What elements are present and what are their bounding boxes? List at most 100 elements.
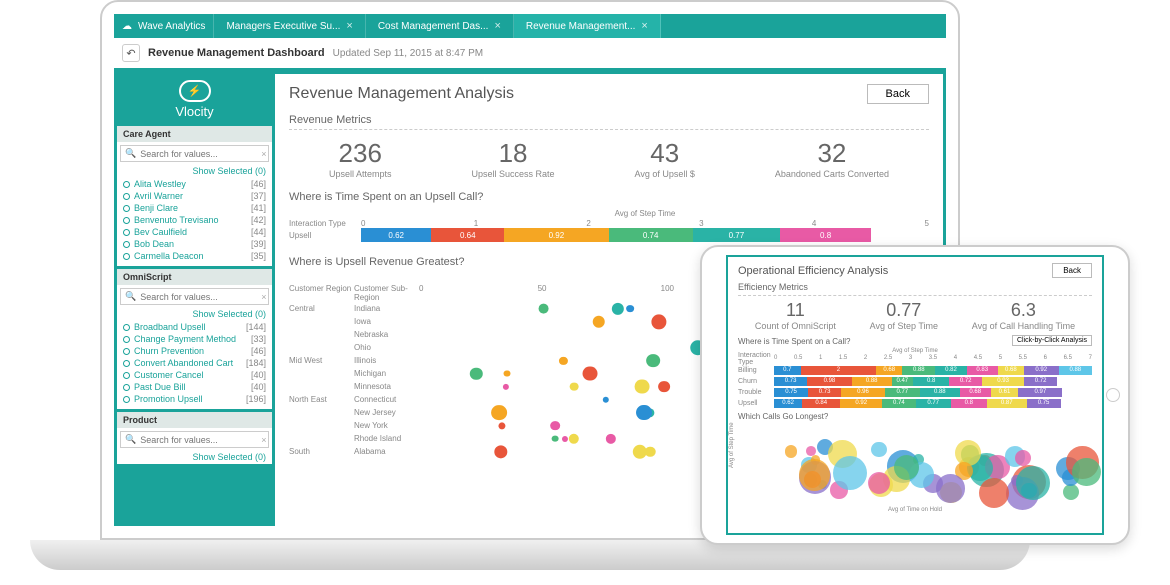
- chart1-title: Where is Time Spent on an Upsell Call?: [289, 191, 929, 203]
- data-point[interactable]: [606, 433, 616, 443]
- tab-label: Cost Management Das...: [378, 21, 489, 32]
- metric: 0.77Avg of Step Time: [870, 300, 938, 331]
- header-row: ↶ Revenue Management Dashboard Updated S…: [114, 38, 946, 71]
- clear-icon[interactable]: ×: [261, 435, 266, 445]
- show-selected-link[interactable]: Show Selected (0): [117, 451, 272, 464]
- data-point[interactable]: [582, 366, 597, 381]
- bubble-point[interactable]: [1072, 458, 1101, 487]
- data-point[interactable]: [550, 421, 560, 431]
- data-point[interactable]: [612, 302, 624, 314]
- filter-item[interactable]: Convert Abandoned Cart[184]: [123, 357, 266, 369]
- data-point[interactable]: [592, 315, 605, 328]
- bubble-point[interactable]: [936, 474, 964, 502]
- clear-icon[interactable]: ×: [261, 292, 266, 302]
- metric: 32Abandoned Carts Converted: [775, 138, 889, 179]
- data-point[interactable]: [503, 383, 509, 389]
- search-input[interactable]: [140, 292, 257, 302]
- tab-cost[interactable]: Cost Management Das... ×: [366, 14, 514, 38]
- search-input[interactable]: [140, 149, 257, 159]
- metric: 43Avg of Upsell $: [635, 138, 695, 179]
- search-input[interactable]: [140, 435, 257, 445]
- bubble-point[interactable]: [1063, 484, 1079, 500]
- bubble-point[interactable]: [894, 455, 919, 480]
- search-box[interactable]: 🔍 ×: [120, 145, 269, 162]
- filter-item[interactable]: Churn Prevention[46]: [123, 345, 266, 357]
- data-point[interactable]: [646, 354, 660, 368]
- search-icon: 🔍: [125, 291, 136, 302]
- bubble-chart: Avg of Step Time: [738, 425, 1092, 505]
- data-point[interactable]: [603, 396, 609, 402]
- tablet-title: Operational Efficiency Analysis: [738, 265, 888, 277]
- back-button[interactable]: Back: [867, 84, 929, 104]
- bubble-point[interactable]: [868, 472, 890, 494]
- close-icon[interactable]: ×: [346, 20, 352, 32]
- data-point[interactable]: [633, 444, 647, 458]
- bar-header-row: Interaction Type 00.511.522.533.544.555.…: [738, 354, 1092, 364]
- bubble-point[interactable]: [979, 478, 1009, 508]
- search-box[interactable]: 🔍 ×: [120, 288, 269, 305]
- tablet-home-button[interactable]: [1106, 388, 1120, 402]
- filter-item[interactable]: Change Payment Method[33]: [123, 333, 266, 345]
- filter-list: Broadband Upsell[144]Change Payment Meth…: [117, 321, 272, 409]
- tab-home-label: Wave Analytics: [138, 21, 205, 32]
- search-box[interactable]: 🔍 ×: [120, 431, 269, 448]
- bubble-point[interactable]: [806, 446, 816, 456]
- data-point[interactable]: [504, 370, 511, 377]
- tab-home[interactable]: ☁ Wave Analytics: [114, 14, 214, 38]
- page-title: Revenue Management Dashboard: [148, 47, 325, 59]
- logo: Vlocity: [117, 74, 272, 123]
- bar-chart-upsell: Avg of Step Time Interaction Type 012345…: [289, 209, 929, 242]
- data-point[interactable]: [659, 381, 671, 393]
- click-analysis-button[interactable]: Click-by-Click Analysis: [1012, 335, 1092, 346]
- data-point[interactable]: [494, 445, 507, 458]
- data-point[interactable]: [652, 314, 667, 329]
- data-point[interactable]: [635, 379, 650, 394]
- data-point[interactable]: [552, 435, 559, 442]
- bubble-point[interactable]: [1015, 450, 1031, 466]
- filter-item[interactable]: Past Due Bill[40]: [123, 381, 266, 393]
- close-icon[interactable]: ×: [641, 20, 647, 32]
- data-point[interactable]: [559, 356, 567, 364]
- data-point[interactable]: [562, 435, 568, 441]
- clear-icon[interactable]: ×: [261, 149, 266, 159]
- data-point[interactable]: [538, 303, 549, 314]
- back-icon[interactable]: ↶: [122, 44, 140, 62]
- data-point[interactable]: [626, 305, 634, 313]
- y-axis-label: Avg of Step Time: [729, 422, 735, 468]
- filter-item[interactable]: Carmella Deacon[35]: [123, 250, 266, 262]
- data-point[interactable]: [498, 422, 505, 429]
- tablet-header: Operational Efficiency Analysis Back: [738, 263, 1092, 278]
- tab-revenue[interactable]: Revenue Management... ×: [514, 14, 661, 38]
- filter-item[interactable]: Broadband Upsell[144]: [123, 321, 266, 333]
- data-point[interactable]: [470, 367, 482, 379]
- tab-managers[interactable]: Managers Executive Su... ×: [214, 14, 365, 38]
- panel-header: Revenue Management Analysis Back: [289, 84, 929, 104]
- filter-item[interactable]: Customer Cancel[40]: [123, 369, 266, 381]
- data-point[interactable]: [570, 382, 579, 391]
- filter-item[interactable]: Benvenuto Trevisano[42]: [123, 214, 266, 226]
- bubble-point[interactable]: [785, 445, 798, 458]
- filter-item[interactable]: Alita Westley[46]: [123, 178, 266, 190]
- bar-row: Trouble0.750.730.960.770.880.680.610.97: [738, 387, 1092, 397]
- data-point[interactable]: [569, 433, 579, 443]
- filter-item[interactable]: Bob Dean[39]: [123, 238, 266, 250]
- show-selected-link[interactable]: Show Selected (0): [117, 308, 272, 321]
- updated-timestamp: Updated Sep 11, 2015 at 8:47 PM: [333, 48, 483, 59]
- filter-item[interactable]: Benji Clare[41]: [123, 202, 266, 214]
- bubble-point[interactable]: [799, 459, 830, 490]
- back-button[interactable]: Back: [1052, 263, 1092, 278]
- bubble-point[interactable]: [871, 442, 887, 458]
- filter-item[interactable]: Bev Caulfield[44]: [123, 226, 266, 238]
- close-icon[interactable]: ×: [494, 20, 500, 32]
- row-header: Interaction Type: [289, 219, 361, 228]
- wave-icon: ☁: [122, 21, 132, 32]
- filter-item[interactable]: Promotion Upsell[196]: [123, 393, 266, 405]
- tab-label: Revenue Management...: [526, 21, 636, 32]
- show-selected-link[interactable]: Show Selected (0): [117, 165, 272, 178]
- filter-item[interactable]: Avril Warner[37]: [123, 190, 266, 202]
- filter-product: Product 🔍 × Show Selected (0): [117, 412, 272, 464]
- bubble-point[interactable]: [1016, 466, 1051, 501]
- panel-title: Revenue Management Analysis: [289, 85, 514, 103]
- bubble-point[interactable]: [833, 456, 867, 490]
- bar-row: Upsell0.620.840.920.740.770.80.870.75: [738, 398, 1092, 408]
